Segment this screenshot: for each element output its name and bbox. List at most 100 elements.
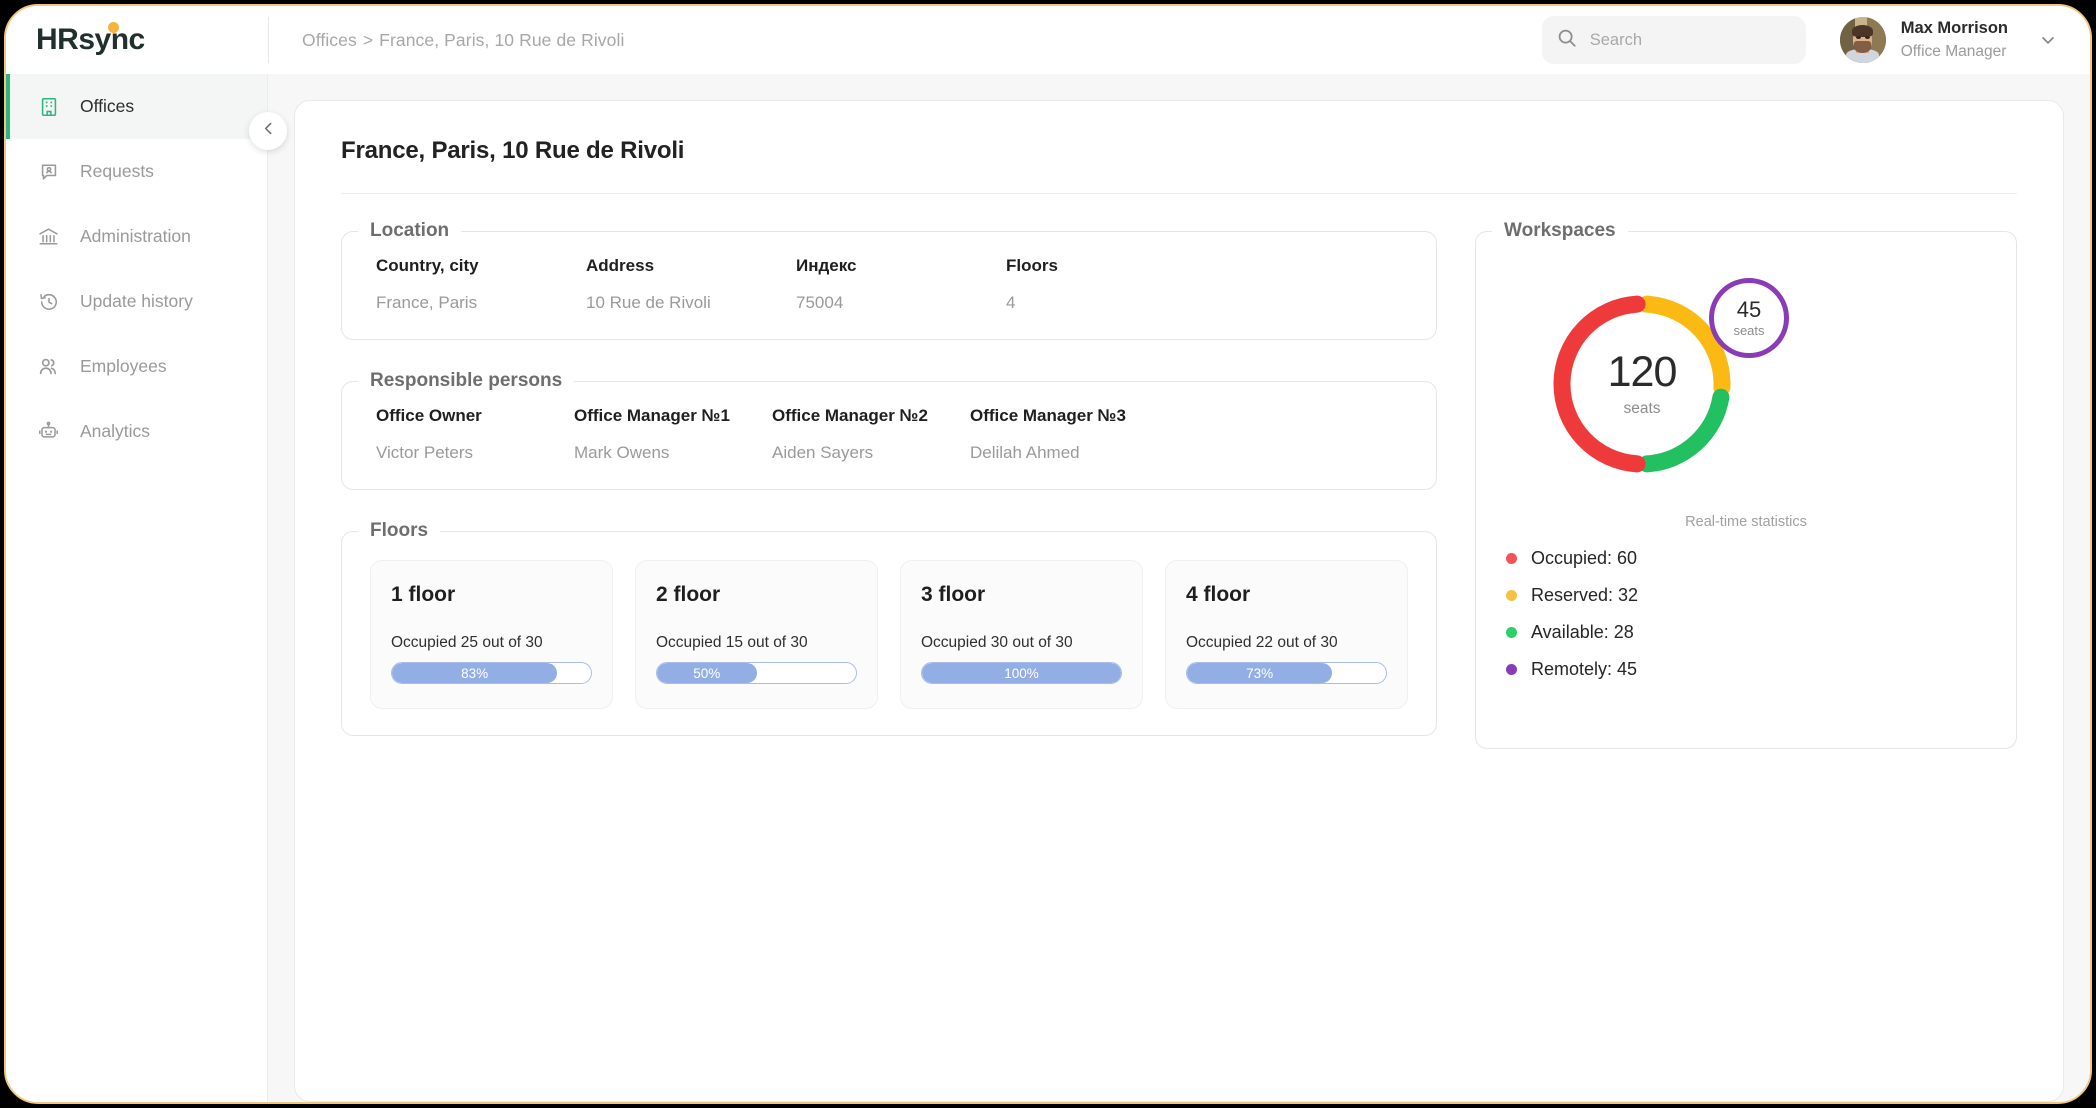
field-index: Индекс 75004 [796, 256, 1006, 313]
legend-item-occupied: Occupied: 60 [1506, 548, 2016, 569]
legend-item-reserved: Reserved: 32 [1506, 585, 2016, 606]
page-title: France, Paris, 10 Rue de Rivoli [341, 137, 2017, 194]
search-icon [1556, 27, 1578, 54]
sidebar-item-label: Offices [80, 96, 135, 116]
floor-progress-bar: 50% [656, 662, 857, 684]
field-value: Victor Peters [376, 443, 474, 462]
legend-color-dot [1506, 627, 1517, 638]
field-label: Address [586, 256, 655, 275]
app-window: HRsync Offices > France, Paris, 10 Rue de … [4, 4, 2092, 1104]
floor-progress-fill: 83% [392, 663, 558, 683]
realtime-statistics-caption: Real-time statistics [1685, 514, 1807, 530]
floors-grid: 1 floor Occupied 25 out of 30 83% 2 floo… [342, 542, 1436, 709]
chevron-left-icon [260, 120, 277, 142]
location-fields: Country, city France, Paris Address 10 R… [342, 242, 1436, 313]
field-label: Floors [1006, 256, 1058, 275]
workspaces-body: 120 seats 45 seats Real-time statistics [1476, 242, 2016, 722]
floor-progress-bar: 73% [1186, 662, 1387, 684]
floor-occupancy-text: Occupied 25 out of 30 [391, 634, 543, 651]
field-office-manager-2: Office Manager №2 Aiden Sayers [772, 406, 970, 463]
breadcrumb: Offices > France, Paris, 10 Rue de Rivoli [269, 30, 1542, 51]
floor-progress-fill: 50% [657, 663, 757, 683]
floor-progress-bar: 83% [391, 662, 592, 684]
legend-item-available: Available: 28 [1506, 622, 2016, 643]
profile-name: Max Morrison [1900, 19, 2008, 38]
breadcrumb-root[interactable]: Offices [302, 30, 357, 50]
floor-occupancy-text: Occupied 22 out of 30 [1186, 634, 1338, 651]
floor-occupancy-text: Occupied 15 out of 30 [656, 634, 808, 651]
profile-menu[interactable]: Max Morrison Office Manager [1839, 17, 2058, 63]
sidebar-collapse-button[interactable] [249, 112, 287, 150]
floor-card[interactable]: 2 floor Occupied 15 out of 30 50% [635, 560, 878, 709]
robot-icon [36, 419, 61, 444]
people-icon [36, 354, 61, 379]
breadcrumb-current: France, Paris, 10 Rue de Rivoli [379, 29, 625, 50]
chevron-down-icon[interactable] [2038, 30, 2058, 50]
sidebar-item-employees[interactable]: Employees [6, 334, 267, 399]
logo-area[interactable]: HRsync [6, 22, 268, 57]
legend-color-dot [1506, 590, 1517, 601]
building-icon [36, 94, 61, 119]
floor-occupancy-text: Occupied 30 out of 30 [921, 634, 1073, 651]
sidebar-item-label: Analytics [80, 421, 151, 441]
field-label: Office Manager №3 [970, 406, 1126, 425]
legend-label: Reserved: 32 [1531, 585, 1639, 605]
field-value: Mark Owens [574, 443, 670, 462]
location-legend: Location [370, 220, 450, 241]
floor-card[interactable]: 4 floor Occupied 22 out of 30 73% [1165, 560, 1408, 709]
sidebar-item-analytics[interactable]: Analytics [6, 399, 267, 464]
profile-text: Max Morrison Office Manager [1901, 17, 2008, 62]
field-office-manager-1: Office Manager №1 Mark Owens [574, 406, 772, 463]
sidebar-item-offices[interactable]: Offices [6, 74, 267, 139]
sidebar-item-label: Update history [80, 291, 193, 311]
request-badge-icon [36, 159, 61, 184]
sidebar-item-administration[interactable]: Administration [6, 204, 267, 269]
floor-title: 3 floor [921, 583, 986, 606]
search-box[interactable] [1541, 16, 1806, 64]
body-row: Offices Requests Administration Update h… [6, 74, 2090, 1102]
responsible-persons-legend: Responsible persons [370, 370, 563, 391]
floor-card[interactable]: 1 floor Occupied 25 out of 30 83% [370, 560, 613, 709]
sidebar-item-label: Employees [80, 356, 167, 376]
floors-section: Floors 1 floor Occupied 25 out of 30 83% [341, 520, 1437, 736]
floors-legend: Floors [370, 520, 429, 541]
sidebar-item-label: Administration [80, 226, 191, 246]
sidebar-item-requests[interactable]: Requests [6, 139, 267, 204]
app-logo: HRsync [36, 22, 145, 57]
workspaces-section: Workspaces 120 seats 45 seats Real-time … [1475, 220, 2017, 749]
sidebar-item-update-history[interactable]: Update history [6, 269, 267, 334]
responsible-persons-section: Responsible persons Office Owner Victor … [341, 370, 1437, 490]
field-office-manager-3: Office Manager №3 Delilah Ahmed [970, 406, 1168, 463]
floor-progress-bar: 100% [921, 662, 1122, 684]
legend-color-dot [1506, 553, 1517, 564]
workspaces-legend-list: Occupied: 60 Reserved: 32 Available: 28 [1476, 548, 2016, 680]
field-value: 4 [1006, 293, 1016, 312]
field-value: Aiden Sayers [772, 443, 874, 462]
avatar [1839, 17, 1886, 63]
field-label: Office Owner [376, 406, 482, 425]
floor-progress-fill: 73% [1187, 663, 1333, 683]
legend-label: Occupied: 60 [1531, 548, 1638, 568]
field-value: 10 Rue de Rivoli [586, 293, 711, 312]
workspaces-chart-area: 120 seats 45 seats Real-time statistics [1476, 268, 2016, 548]
sidebar-item-label: Requests [80, 161, 154, 181]
floor-progress-fill: 100% [922, 663, 1121, 683]
logo-accent-dot [107, 22, 119, 33]
field-value: Delilah Ahmed [970, 443, 1080, 462]
legend-item-remotely: Remotely: 45 [1506, 659, 2016, 680]
columns: Location Country, city France, Paris Add… [341, 220, 2017, 779]
legend-label: Remotely: 45 [1531, 659, 1638, 679]
top-bar: HRsync Offices > France, Paris, 10 Rue de … [6, 6, 2090, 74]
sidebar: Offices Requests Administration Update h… [6, 74, 268, 1102]
field-office-owner: Office Owner Victor Peters [376, 406, 574, 463]
main-content: France, Paris, 10 Rue de Rivoli Location… [268, 74, 2090, 1102]
floor-card[interactable]: 3 floor Occupied 30 out of 30 100% [900, 560, 1143, 709]
search-input[interactable] [1589, 30, 1792, 50]
floor-title: 2 floor [656, 583, 721, 606]
legend-label: Available: 28 [1531, 622, 1634, 642]
office-detail-card: France, Paris, 10 Rue de Rivoli Location… [294, 100, 2064, 1102]
right-column: Workspaces 120 seats 45 seats Real-time … [1475, 220, 2017, 779]
field-value: France, Paris [376, 293, 478, 312]
location-section: Location Country, city France, Paris Add… [341, 220, 1437, 340]
workspaces-legend: Workspaces [1504, 220, 1616, 241]
